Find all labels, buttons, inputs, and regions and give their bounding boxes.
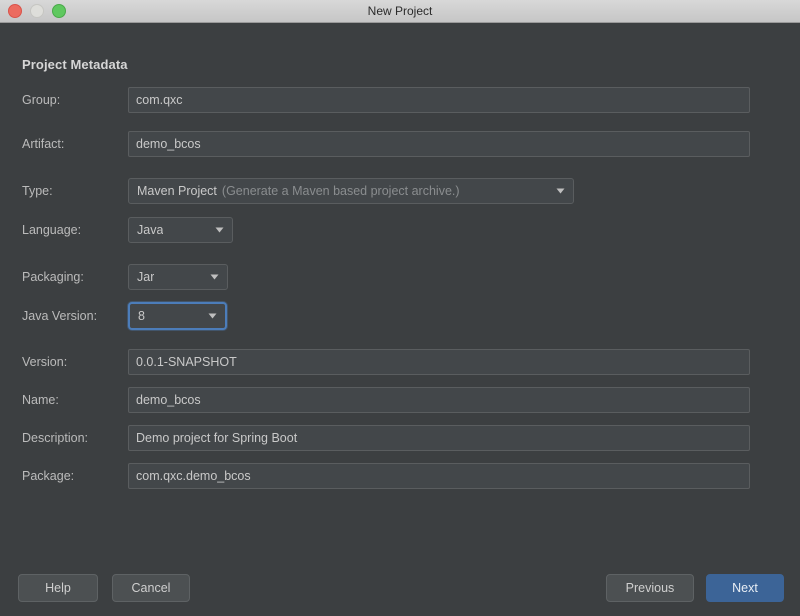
package-input[interactable] xyxy=(128,463,750,489)
name-input[interactable] xyxy=(128,387,750,413)
group-input[interactable] xyxy=(128,87,750,113)
minimize-window-button[interactable] xyxy=(30,4,44,18)
close-window-button[interactable] xyxy=(8,4,22,18)
java-version-label: Java Version: xyxy=(22,309,98,323)
help-button[interactable]: Help xyxy=(18,574,98,602)
group-label: Group: xyxy=(22,93,61,107)
java-version-value: 8 xyxy=(138,309,145,323)
page-title: Project Metadata xyxy=(22,57,128,72)
packaging-dropdown[interactable]: Jar xyxy=(128,264,228,290)
java-version-dropdown[interactable]: 8 xyxy=(128,302,227,330)
type-hint: (Generate a Maven based project archive.… xyxy=(221,184,460,198)
language-value: Java xyxy=(137,223,164,237)
type-dropdown[interactable]: Maven Project (Generate a Maven based pr… xyxy=(128,178,574,204)
cancel-button[interactable]: Cancel xyxy=(112,574,190,602)
window-controls xyxy=(8,0,66,22)
name-label: Name: xyxy=(22,393,59,407)
packaging-label: Packaging: xyxy=(22,270,84,284)
artifact-input[interactable] xyxy=(128,131,750,157)
version-label: Version: xyxy=(22,355,68,369)
language-dropdown[interactable]: Java xyxy=(128,217,233,243)
dialog-footer: Help Cancel Previous Next xyxy=(0,560,800,616)
type-value: Maven Project xyxy=(137,184,217,198)
version-input[interactable] xyxy=(128,349,750,375)
dialog-content: Project Metadata Group: Artifact: Type: … xyxy=(0,23,800,616)
chevron-down-icon xyxy=(208,313,217,319)
description-label: Description: xyxy=(22,431,88,445)
zoom-window-button[interactable] xyxy=(52,4,66,18)
chevron-down-icon xyxy=(210,274,219,280)
package-label: Package: xyxy=(22,469,75,483)
title-bar: New Project xyxy=(0,0,800,23)
type-label: Type: xyxy=(22,184,53,198)
artifact-label: Artifact: xyxy=(22,137,65,151)
chevron-down-icon xyxy=(556,188,565,194)
chevron-down-icon xyxy=(215,227,224,233)
description-input[interactable] xyxy=(128,425,750,451)
new-project-dialog: New Project Project Metadata Group: Arti… xyxy=(0,0,800,616)
packaging-value: Jar xyxy=(137,270,155,284)
previous-button[interactable]: Previous xyxy=(606,574,694,602)
language-label: Language: xyxy=(22,223,82,237)
next-button[interactable]: Next xyxy=(706,574,784,602)
window-title: New Project xyxy=(367,4,433,18)
